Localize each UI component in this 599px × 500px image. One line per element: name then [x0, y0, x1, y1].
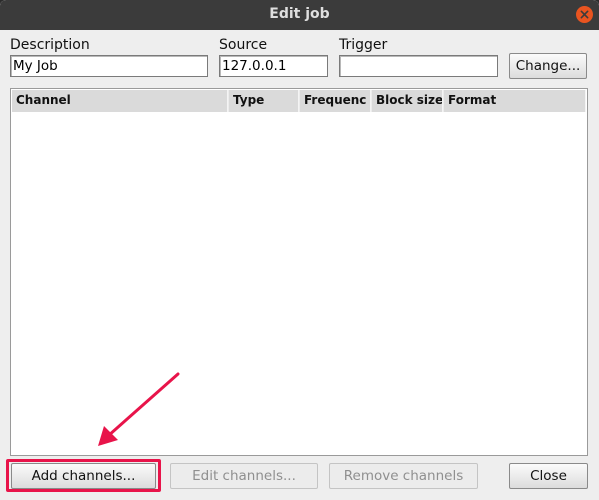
column-header-type[interactable]: Type [229, 90, 299, 112]
trigger-input[interactable] [342, 58, 497, 74]
highlight-box [6, 459, 161, 492]
channel-table[interactable]: Channel Type Frequenc Block size Format [10, 88, 588, 456]
column-header-block-size[interactable]: Block size [372, 90, 443, 112]
column-header-format[interactable]: Format [444, 90, 586, 112]
source-field[interactable] [219, 55, 328, 77]
source-label: Source [219, 37, 268, 53]
column-header-frequency[interactable]: Frequenc [300, 90, 371, 112]
table-header: Channel Type Frequenc Block size Format [12, 90, 586, 112]
edit-channels-button[interactable]: Edit channels... [170, 463, 318, 489]
title-bar: Edit job [0, 0, 599, 30]
column-header-channel[interactable]: Channel [12, 90, 228, 112]
remove-channels-button[interactable]: Remove channels [329, 463, 478, 489]
change-button[interactable]: Change... [509, 53, 587, 79]
description-label: Description [10, 37, 90, 53]
trigger-label: Trigger [339, 37, 388, 53]
source-input[interactable] [222, 58, 327, 74]
window-title: Edit job [269, 6, 330, 22]
edit-job-dialog: Edit job Description Source Trigger Chan… [0, 0, 599, 500]
close-icon [580, 10, 589, 19]
trigger-field[interactable] [339, 55, 498, 77]
description-input[interactable] [13, 58, 207, 74]
window-close-button[interactable] [576, 6, 593, 23]
description-field[interactable] [10, 55, 208, 77]
close-button[interactable]: Close [509, 463, 588, 489]
